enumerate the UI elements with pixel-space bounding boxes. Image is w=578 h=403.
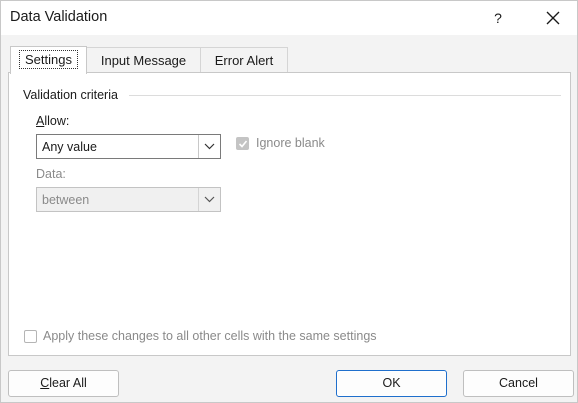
cancel-button-label: Cancel	[499, 376, 538, 390]
ok-button-label: OK	[382, 376, 401, 390]
data-validation-dialog: Data Validation ? Settings Input Message…	[0, 0, 578, 403]
tab-input-message[interactable]: Input Message	[86, 47, 201, 73]
clear-all-button-label: Clear All	[40, 376, 87, 390]
data-label: Data:	[36, 167, 66, 181]
tab-error-alert-label: Error Alert	[214, 53, 274, 68]
cancel-button[interactable]: Cancel	[463, 370, 574, 397]
clear-all-button[interactable]: Clear All	[8, 370, 119, 397]
ok-button[interactable]: OK	[336, 370, 447, 397]
tab-strip: Settings Input Message Error Alert	[1, 35, 577, 74]
group-divider	[129, 95, 561, 96]
close-icon	[546, 11, 560, 25]
apply-to-all-checkbox[interactable]	[24, 330, 37, 343]
chevron-down-icon	[204, 196, 215, 203]
tab-error-alert[interactable]: Error Alert	[200, 47, 288, 73]
ignore-blank-label: Ignore blank	[256, 136, 325, 150]
chevron-down-icon	[204, 143, 215, 150]
data-dropdown[interactable]: between	[36, 187, 221, 212]
close-button[interactable]	[538, 6, 568, 30]
title-bar: Data Validation ?	[1, 1, 577, 35]
settings-panel: Validation criteria Allow: Any value Ign…	[8, 72, 571, 356]
data-dropdown-value: between	[42, 193, 90, 207]
ignore-blank-checkbox[interactable]	[236, 137, 249, 150]
allow-label: Allow:	[36, 114, 70, 128]
tab-input-message-label: Input Message	[100, 53, 187, 68]
tab-settings[interactable]: Settings	[10, 46, 87, 74]
apply-to-all-label: Apply these changes to all other cells w…	[43, 329, 377, 343]
tab-settings-label: Settings	[19, 50, 78, 69]
allow-dropdown-separator	[198, 135, 199, 158]
allow-dropdown-value: Any value	[42, 140, 97, 154]
validation-criteria-label: Validation criteria	[23, 88, 124, 102]
help-icon: ?	[494, 10, 502, 26]
checkmark-icon	[238, 140, 248, 148]
dialog-title: Data Validation	[10, 9, 108, 25]
allow-dropdown[interactable]: Any value	[36, 134, 221, 159]
help-button[interactable]: ?	[483, 5, 513, 31]
data-dropdown-separator	[198, 188, 199, 211]
